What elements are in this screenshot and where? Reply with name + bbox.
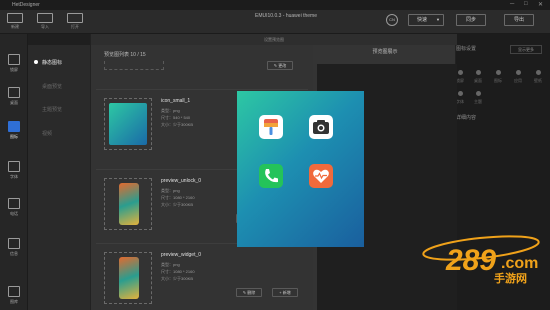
sidebar-item-label: 图库 xyxy=(10,299,18,304)
language-badge[interactable]: CN xyxy=(386,14,398,26)
chevron-down-icon: ▼ xyxy=(436,17,440,22)
new-file-icon xyxy=(7,13,23,23)
sidebar-item-label: 信息 xyxy=(10,251,18,256)
sidebar-item-message[interactable]: 信息 xyxy=(0,234,28,260)
svg-text:.com: .com xyxy=(501,255,538,272)
open-button[interactable]: 打开 xyxy=(64,12,86,32)
message-icon xyxy=(8,238,20,249)
item-file-size: 大小：少于300KB xyxy=(161,122,194,127)
sidebar-item-label: 锁屏 xyxy=(10,67,18,72)
item-dimensions: 尺寸：540 * 540 xyxy=(161,115,191,120)
change-button-label: 更改 xyxy=(278,63,287,68)
export-button[interactable]: 导出 xyxy=(504,14,534,26)
preview-header: 预览图展示 xyxy=(372,49,398,55)
sidebar-item-icons[interactable]: 图标 xyxy=(0,117,28,143)
add-button-label: 新增 xyxy=(282,290,291,295)
nav-item-theme-preview[interactable]: 主题预览 xyxy=(42,106,62,113)
nav-item-static-icons[interactable]: 静态图标 xyxy=(42,59,62,66)
font-icon xyxy=(8,161,20,172)
themes-app-icon xyxy=(259,115,283,139)
gallery-icon xyxy=(8,286,20,297)
new-button-label: 新建 xyxy=(11,24,19,29)
sidebar-item-phone[interactable]: 电话 xyxy=(0,194,28,220)
item-name: preview_widget_0 xyxy=(161,252,202,258)
sidebar-item-lockscreen[interactable]: 锁屏 xyxy=(0,50,28,76)
title-bar: HetDesigner ─ □ ✕ xyxy=(0,0,550,10)
sidebar-item-label: 图标 xyxy=(10,134,18,139)
health-app-icon xyxy=(309,164,333,188)
item-type: 类型：png xyxy=(161,108,180,113)
delete-button-label: 删除 xyxy=(247,290,256,295)
item-name: icon_small_1 xyxy=(161,98,191,104)
change-button[interactable]: ✎ 更改 xyxy=(267,61,293,70)
delete-button[interactable]: ✎ 删除 xyxy=(236,288,262,297)
import-icon xyxy=(37,13,53,23)
nav-item-desktop-preview[interactable]: 桌面预览 xyxy=(42,83,62,90)
svg-text:289: 289 xyxy=(445,244,496,277)
app-name: HetDesigner xyxy=(12,2,40,8)
open-button-label: 打开 xyxy=(71,24,79,29)
list-header: 预览图列表 10 / 15 xyxy=(104,52,146,58)
lock-screen-icon xyxy=(8,54,20,65)
svg-text:手游网: 手游网 xyxy=(494,271,527,285)
close-icon[interactable]: ✕ xyxy=(538,1,543,8)
item-file-size: 大小：少于300KB xyxy=(161,202,194,207)
document-title: EMUI10.0.3 - huawei theme xyxy=(255,13,317,19)
minimize-icon[interactable]: ─ xyxy=(510,1,514,7)
icons-grid-icon xyxy=(8,121,20,132)
folder-open-icon xyxy=(67,13,83,23)
thumbnail-image xyxy=(119,183,139,225)
add-button[interactable]: + 新增 xyxy=(272,288,298,297)
mode-select-value: 快速 xyxy=(417,17,428,23)
thumbnail-image xyxy=(109,103,147,145)
active-dot-icon xyxy=(34,60,38,64)
sidebar-item-label: 字体 xyxy=(10,174,18,179)
camera-app-icon xyxy=(309,115,333,139)
dialog-nav: 静态图标 桌面预览 主题预览 视频 xyxy=(28,45,90,310)
import-button[interactable]: 导入 xyxy=(34,12,56,32)
item-dimensions: 尺寸：1080 * 2160 xyxy=(161,195,195,200)
sidebar-item-label: 桌面 xyxy=(10,100,18,105)
dialog-title: 设置预览图 xyxy=(91,34,457,45)
sidebar-item-gallery[interactable]: 图库 xyxy=(0,282,28,308)
nav-item-video[interactable]: 视频 xyxy=(42,130,52,137)
item-file-size: 大小：少于300KB xyxy=(161,276,194,281)
icon-preview-image xyxy=(237,91,364,247)
new-button[interactable]: 新建 xyxy=(4,12,26,32)
preview-thumbnail[interactable] xyxy=(104,178,152,230)
site-watermark: 289 .com 手游网 xyxy=(386,228,546,308)
thumbnail-image xyxy=(119,257,139,299)
desktop-icon xyxy=(8,87,20,98)
sidebar: 锁屏 桌面 图标 字体 电话 信息 图库 xyxy=(0,34,28,310)
phone-icon xyxy=(8,198,20,209)
sidebar-item-label: 电话 xyxy=(10,211,18,216)
import-button-label: 导入 xyxy=(41,24,49,29)
item-type: 类型：png xyxy=(161,262,180,267)
sidebar-item-font[interactable]: 字体 xyxy=(0,157,28,183)
phone-app-icon xyxy=(259,164,283,188)
preview-thumbnail[interactable] xyxy=(104,252,152,304)
sidebar-item-desktop[interactable]: 桌面 xyxy=(0,83,28,109)
preview-thumbnail[interactable] xyxy=(104,98,152,150)
mode-select[interactable]: 快速 ▼ xyxy=(408,14,444,26)
maximize-icon[interactable]: □ xyxy=(524,1,528,7)
item-dimensions: 尺寸：1080 * 2160 xyxy=(161,269,195,274)
item-name: preview_unlock_0 xyxy=(161,178,202,184)
list-item: preview_widget_0 类型：png 尺寸：1080 * 2160 大… xyxy=(96,243,308,310)
thumb-placeholder xyxy=(104,61,164,70)
sync-button[interactable]: 同步 xyxy=(456,14,486,26)
item-type: 类型：png xyxy=(161,188,180,193)
